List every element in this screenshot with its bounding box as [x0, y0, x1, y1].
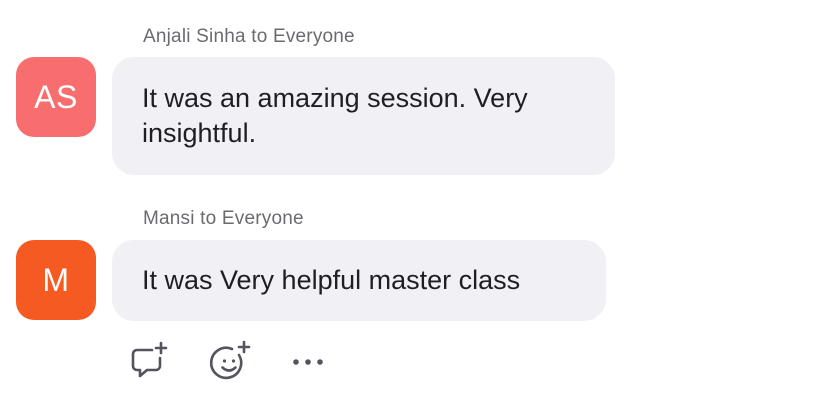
- add-reaction-button[interactable]: [208, 340, 252, 384]
- reply-icon: [131, 341, 168, 378]
- message-bubble[interactable]: It was an amazing session. Very insightf…: [112, 57, 615, 175]
- message-text: It was an amazing session. Very insightf…: [142, 83, 528, 148]
- message-sender: Mansi to Everyone: [143, 208, 304, 229]
- avatar: AS: [16, 57, 96, 137]
- avatar: M: [16, 240, 96, 320]
- message-text: It was Very helpful master class: [142, 265, 521, 295]
- message-sender: Anjali Sinha to Everyone: [143, 26, 355, 47]
- message-bubble[interactable]: It was Very helpful master class: [112, 240, 606, 321]
- add-reaction-icon: [209, 340, 251, 380]
- reply-button[interactable]: [126, 340, 170, 384]
- more-button[interactable]: [286, 340, 330, 384]
- more-icon: [293, 359, 323, 365]
- chat-panel: Anjali Sinha to Everyone AS It was an am…: [0, 0, 828, 405]
